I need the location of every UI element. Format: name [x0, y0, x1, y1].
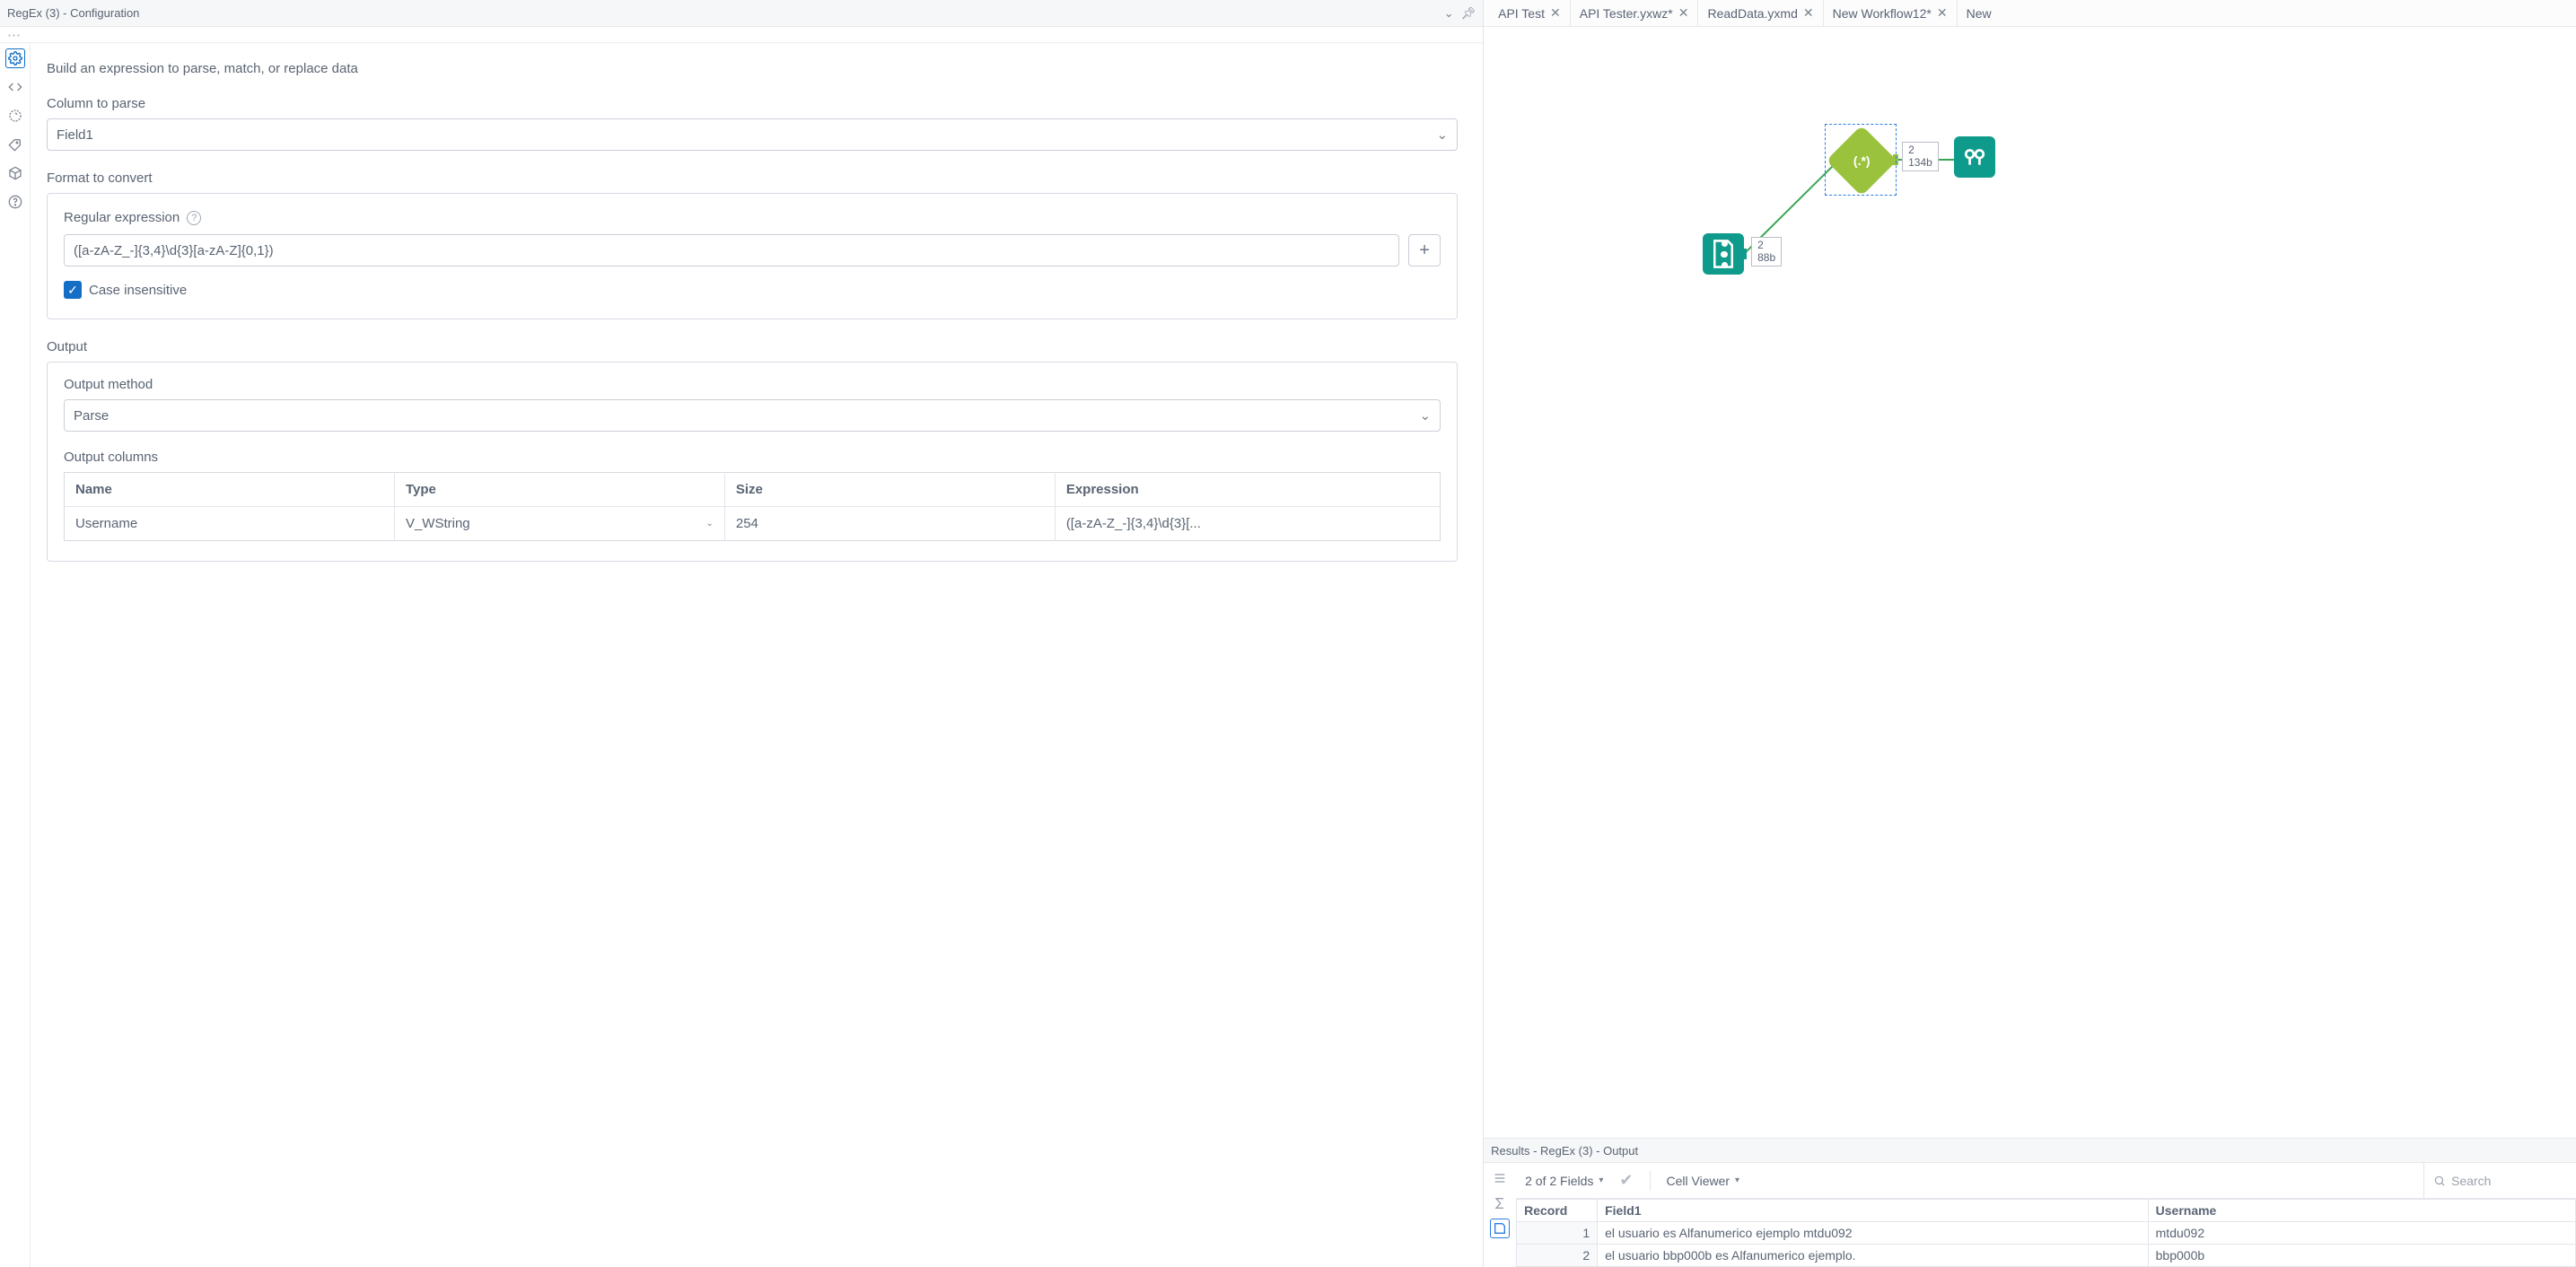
- close-icon[interactable]: ✕: [1550, 5, 1561, 21]
- refresh-icon[interactable]: [5, 106, 25, 126]
- config-header: RegEx (3) - Configuration ⌄ 📌︎: [0, 0, 1483, 27]
- tag-icon[interactable]: [5, 135, 25, 154]
- col-header-type: Type: [394, 473, 724, 507]
- macro-annotation: 2 88b: [1751, 237, 1782, 267]
- regex-label: Regular expression: [64, 210, 180, 225]
- col-field1[interactable]: Field1: [1598, 1200, 2149, 1222]
- divider: [1650, 1171, 1651, 1191]
- cell-username: mtdu092: [2148, 1222, 2575, 1245]
- data-icon[interactable]: [1490, 1219, 1510, 1238]
- results-search[interactable]: Search: [2423, 1163, 2567, 1198]
- col-header-size: Size: [724, 473, 1055, 507]
- cell-name[interactable]: Username: [65, 507, 395, 541]
- cell-expression: ([a-zA-Z_-]{3,4}\d{3}[...: [1055, 507, 1440, 541]
- case-insensitive-checkbox[interactable]: ✓: [64, 281, 82, 299]
- macro-input-node[interactable]: [1703, 233, 1744, 275]
- help-icon[interactable]: [5, 192, 25, 212]
- results-table: Record Field1 Username 1 el usuario es A…: [1516, 1199, 2576, 1267]
- cell-record: 1: [1517, 1222, 1598, 1245]
- apply-filter-icon[interactable]: ✔: [1619, 1171, 1633, 1190]
- regex-annotation: 2 134b: [1902, 142, 1939, 171]
- close-icon[interactable]: ✕: [1803, 5, 1814, 21]
- chevron-down-icon: ⌄: [1420, 407, 1432, 424]
- output-method-value: Parse: [74, 408, 109, 424]
- collapse-icon[interactable]: ⌄: [1444, 6, 1454, 21]
- close-icon[interactable]: ✕: [1678, 5, 1689, 21]
- cell-field1: el usuario es Alfanumerico ejemplo mtdu0…: [1598, 1222, 2149, 1245]
- column-to-parse-select[interactable]: Field1 ⌄: [47, 118, 1458, 151]
- search-placeholder: Search: [2451, 1174, 2491, 1188]
- tab-api-test[interactable]: API Test ✕: [1489, 0, 1571, 26]
- table-row[interactable]: 1 el usuario es Alfanumerico ejemplo mtd…: [1517, 1222, 2576, 1245]
- sidebar-tabs: [0, 43, 31, 1267]
- case-insensitive-label: Case insensitive: [89, 283, 187, 298]
- col-header-name: Name: [65, 473, 395, 507]
- col-record[interactable]: Record: [1517, 1200, 1598, 1222]
- regex-input[interactable]: ([a-zA-Z_-]{3,4}\d{3}[a-zA-Z]{0,1}): [64, 234, 1399, 267]
- chevron-down-icon: ⌄: [1437, 127, 1449, 143]
- sigma-icon[interactable]: [1490, 1193, 1510, 1213]
- package-icon[interactable]: [5, 163, 25, 183]
- format-to-convert-label: Format to convert: [47, 170, 1458, 186]
- cell-field1: el usuario bbp000b es Alfanumerico ejemp…: [1598, 1245, 2149, 1267]
- tab-new-workflow12[interactable]: New Workflow12* ✕: [1824, 0, 1958, 26]
- grip-handle[interactable]: ⋯: [0, 27, 1483, 43]
- config-title: RegEx (3) - Configuration: [7, 6, 139, 20]
- caret-down-icon: ▾: [1735, 1175, 1739, 1185]
- cell-type[interactable]: V_WString ⌄: [394, 507, 724, 541]
- output-method-select[interactable]: Parse ⌄: [64, 399, 1441, 432]
- caret-down-icon: ▾: [1599, 1175, 1603, 1185]
- help-circle-icon[interactable]: ?: [187, 211, 201, 225]
- pin-icon[interactable]: 📌︎: [1461, 6, 1476, 21]
- regex-value: ([a-zA-Z_-]{3,4}\d{3}[a-zA-Z]{0,1}): [74, 243, 274, 258]
- cell-size[interactable]: 254: [724, 507, 1055, 541]
- column-to-parse-value: Field1: [57, 127, 93, 143]
- chevron-down-icon: ⌄: [705, 519, 713, 529]
- messages-icon[interactable]: [1490, 1168, 1510, 1188]
- cell-username: bbp000b: [2148, 1245, 2575, 1267]
- browse-tool-node[interactable]: [1954, 136, 1995, 178]
- workflow-canvas[interactable]: 2 88b (.*) 2 134b: [1484, 27, 2576, 1138]
- workflow-tabs: API Test ✕ API Tester.yxwz* ✕ ReadData.y…: [1484, 0, 2576, 27]
- results-title: Results - RegEx (3) - Output: [1484, 1138, 2576, 1163]
- code-icon[interactable]: [5, 77, 25, 97]
- close-icon[interactable]: ✕: [1937, 5, 1948, 21]
- output-label: Output: [47, 339, 1458, 354]
- output-columns-label: Output columns: [64, 450, 1441, 465]
- output-columns-table: Name Type Size Expression Username: [64, 472, 1441, 541]
- regex-tool-node[interactable]: (.*): [1825, 124, 1897, 196]
- table-row[interactable]: 2 el usuario bbp000b es Alfanumerico eje…: [1517, 1245, 2576, 1267]
- fields-dropdown[interactable]: 2 of 2 Fields ▾: [1525, 1174, 1603, 1188]
- tab-readdata[interactable]: ReadData.yxmd ✕: [1698, 0, 1823, 26]
- tab-new[interactable]: New: [1958, 0, 2001, 26]
- col-header-expression: Expression: [1055, 473, 1440, 507]
- column-to-parse-label: Column to parse: [47, 96, 1458, 111]
- results-toolbar: 2 of 2 Fields ▾ ✔ Cell Viewer ▾ Search: [1516, 1163, 2576, 1199]
- cell-viewer-dropdown[interactable]: Cell Viewer ▾: [1667, 1174, 1740, 1188]
- tab-api-tester[interactable]: API Tester.yxwz* ✕: [1571, 0, 1699, 26]
- cell-record: 2: [1517, 1245, 1598, 1267]
- col-username[interactable]: Username: [2148, 1200, 2575, 1222]
- results-side-icons: [1484, 1163, 1516, 1267]
- config-subtitle: Build an expression to parse, match, or …: [47, 61, 1458, 76]
- table-row[interactable]: Username V_WString ⌄ 254 ([a-zA-Z_-]{3,4…: [65, 507, 1441, 541]
- output-method-label: Output method: [64, 377, 1441, 392]
- regex-add-button[interactable]: +: [1408, 234, 1441, 267]
- search-icon: [2433, 1175, 2446, 1187]
- gear-icon[interactable]: [5, 48, 25, 68]
